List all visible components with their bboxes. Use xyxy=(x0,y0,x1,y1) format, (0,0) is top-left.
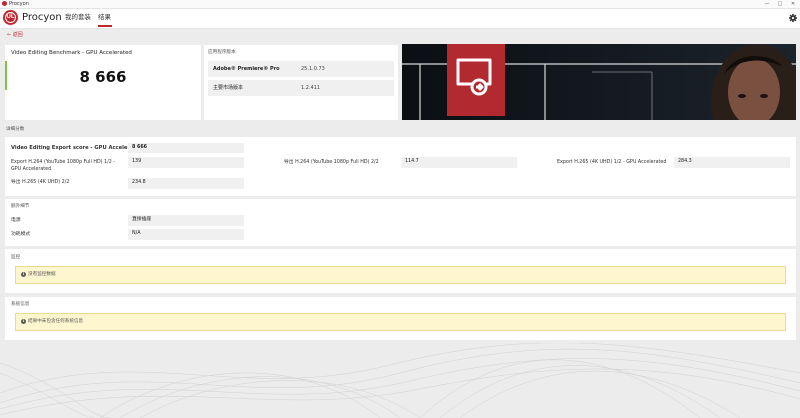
market-version-value: 1.2.411 xyxy=(301,85,321,91)
export-score-value: 8 666 xyxy=(128,143,244,153)
detail-value-h264-1: 139 xyxy=(128,157,244,168)
detail-label-h264-2: 导出 H.264 (YouTube 1080p Full HD) 2/2 xyxy=(284,160,379,165)
window-title: Procyon xyxy=(9,1,29,7)
nav-results[interactable]: 结果 xyxy=(98,13,111,22)
nav-active-indicator xyxy=(98,25,112,27)
app-icon xyxy=(2,1,7,6)
background-wave-pattern xyxy=(0,343,800,418)
nav-my-suites[interactable]: 我的套装 xyxy=(65,13,91,22)
info-icon: i xyxy=(21,319,26,324)
detail-label-h265-1: Export H.265 (4K UHD) 1/2 - GPU Accelera… xyxy=(557,160,667,165)
window-titlebar xyxy=(0,0,800,9)
ul-logo[interactable]: UL xyxy=(3,10,18,25)
extra-details-title: 额外细节 xyxy=(11,204,30,209)
detail-value-h265-1: 284.3 xyxy=(674,157,790,168)
minimize-button[interactable]: — xyxy=(762,0,772,8)
benchmark-score: 8 666 xyxy=(79,68,127,86)
power-mode-label: 功耗模式 xyxy=(11,232,31,237)
info-icon: i xyxy=(21,272,26,277)
benchmark-title: Video Editing Benchmark - GPU Accelerate… xyxy=(11,50,132,56)
back-link[interactable]: ← 返回 xyxy=(7,31,23,39)
maximize-button[interactable]: □ xyxy=(775,0,785,8)
system-info-notice-text: 结果中未包含任何系统信息 xyxy=(28,319,84,324)
detail-label-h264-1: Export H.264 (YouTube 1080p Full HD) 1/2… xyxy=(11,160,116,172)
app-version-title: 应用程序版本 xyxy=(208,50,236,55)
gear-icon[interactable] xyxy=(788,12,798,24)
app-name: Adobe® Premiere® Pro xyxy=(213,66,280,72)
power-value: 直接插座 xyxy=(128,215,244,226)
market-version-label: 主要市场版本 xyxy=(213,85,244,91)
benchmark-hero-image xyxy=(402,44,796,120)
brand-name: Procyon xyxy=(22,12,62,23)
app-version-value: 25.1.0.73 xyxy=(301,66,325,72)
back-label: 返回 xyxy=(12,32,23,38)
logo-letters: UL xyxy=(5,12,16,23)
detail-value-h264-2: 114.7 xyxy=(401,157,517,168)
details-title: 详细分数 xyxy=(6,127,25,132)
monitoring-notice xyxy=(15,266,786,284)
monitoring-notice-text: 没有监控数据 xyxy=(28,272,56,277)
close-button[interactable]: ✕ xyxy=(788,0,798,8)
app-header xyxy=(0,9,800,29)
power-label: 电源 xyxy=(11,218,21,223)
export-score-label: Video Editing Export score - GPU Acceler… xyxy=(11,145,144,151)
monitoring-title: 监控 xyxy=(11,255,21,260)
power-mode-value: N/A xyxy=(128,229,244,240)
detail-value-h265-2: 234.8 xyxy=(128,178,244,189)
detail-label-h265-2: 导出 H.265 (4K UHD) 2/2 xyxy=(11,180,70,185)
system-info-notice xyxy=(15,313,786,331)
system-info-title: 系统信息 xyxy=(11,302,30,307)
extra-details-card xyxy=(5,199,796,246)
